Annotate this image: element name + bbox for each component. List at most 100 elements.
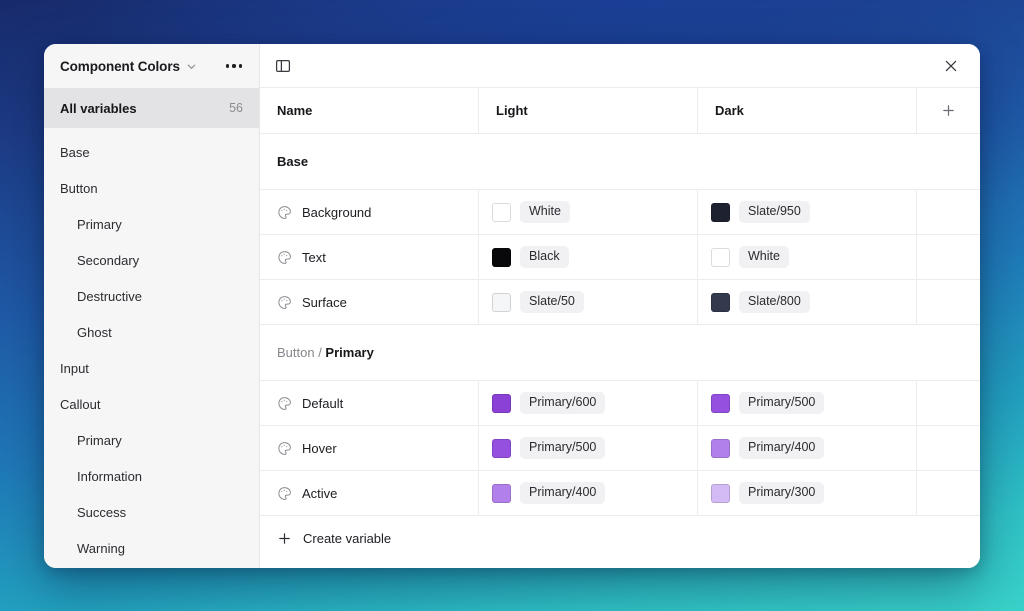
- light-value-cell[interactable]: Slate/50: [479, 280, 698, 324]
- color-token-chip[interactable]: Primary/600: [520, 392, 606, 414]
- dark-value-cell[interactable]: Primary/300: [698, 471, 917, 515]
- variable-name: Background: [302, 204, 372, 220]
- color-token-chip[interactable]: White: [520, 201, 570, 223]
- dark-value-cell[interactable]: Slate/800: [698, 280, 917, 324]
- variable-name: Hover: [302, 440, 337, 456]
- variables-window: Component Colors All variables 56 Base B…: [44, 44, 980, 568]
- color-swatch: [711, 247, 730, 267]
- dark-value-cell[interactable]: Primary/500: [698, 381, 917, 425]
- sidebar-item-base[interactable]: Base: [44, 134, 259, 170]
- group-title-name: Primary: [325, 345, 374, 360]
- variable-name-cell[interactable]: Hover: [260, 426, 479, 470]
- column-header-light[interactable]: Light: [479, 88, 698, 133]
- empty-cell: [917, 280, 980, 324]
- group-header-button-primary: Button / Primary: [260, 325, 980, 381]
- sidebar-item-success[interactable]: Success: [44, 494, 259, 530]
- color-swatch: [711, 393, 730, 413]
- empty-cell: [917, 381, 980, 425]
- dark-value-cell[interactable]: White: [698, 235, 917, 279]
- sidebar-item-callout-primary[interactable]: Primary: [44, 422, 259, 458]
- variable-name-cell[interactable]: Default: [260, 381, 479, 425]
- color-swatch: [492, 202, 511, 222]
- add-column-button[interactable]: [917, 88, 980, 133]
- color-token-chip[interactable]: Primary/500: [739, 392, 825, 414]
- sidebar-item-destructive[interactable]: Destructive: [44, 278, 259, 314]
- all-variables-count: 56: [229, 101, 243, 115]
- color-token-chip[interactable]: Black: [520, 246, 569, 268]
- toolbar: [260, 44, 980, 88]
- table-row[interactable]: Hover Primary/500 Primary/400: [260, 426, 980, 471]
- palette-icon: [278, 441, 291, 455]
- light-value-cell[interactable]: Primary/400: [479, 471, 698, 515]
- variable-name: Text: [302, 249, 326, 265]
- plus-icon: [279, 533, 290, 544]
- color-swatch: [492, 393, 511, 413]
- palette-icon: [278, 250, 291, 264]
- color-swatch: [492, 483, 511, 503]
- sidebar: Component Colors All variables 56 Base B…: [44, 44, 260, 568]
- color-token-chip[interactable]: White: [739, 246, 789, 268]
- table-row[interactable]: Default Primary/600 Primary/500: [260, 381, 980, 426]
- light-value-cell[interactable]: Primary/600: [479, 381, 698, 425]
- dark-value-cell[interactable]: Slate/950: [698, 190, 917, 234]
- light-value-cell[interactable]: White: [479, 190, 698, 234]
- variable-name-cell[interactable]: Background: [260, 190, 479, 234]
- main-panel: Name Light Dark Base Background White Sl…: [260, 44, 980, 568]
- variable-name: Surface: [302, 294, 347, 310]
- table-row[interactable]: Surface Slate/50 Slate/800: [260, 280, 980, 325]
- close-icon[interactable]: [936, 52, 966, 80]
- color-token-chip[interactable]: Slate/50: [520, 291, 584, 313]
- color-token-chip[interactable]: Slate/950: [739, 201, 810, 223]
- group-header-base: Base: [260, 134, 980, 190]
- more-options-icon[interactable]: [223, 59, 245, 72]
- sidebar-item-input[interactable]: Input: [44, 350, 259, 386]
- group-title-button-primary: Button / Primary: [277, 345, 374, 360]
- column-header-dark[interactable]: Dark: [698, 88, 917, 133]
- sidebar-item-button[interactable]: Button: [44, 170, 259, 206]
- sidebar-nav: Base Button Primary Secondary Destructiv…: [44, 128, 259, 566]
- color-token-chip[interactable]: Primary/400: [520, 482, 606, 504]
- empty-cell: [917, 426, 980, 470]
- color-swatch: [711, 292, 730, 312]
- table-row[interactable]: Background White Slate/950: [260, 190, 980, 235]
- sidebar-item-ghost[interactable]: Ghost: [44, 314, 259, 350]
- color-swatch: [711, 202, 730, 222]
- variable-name-cell[interactable]: Text: [260, 235, 479, 279]
- variable-name-cell[interactable]: Surface: [260, 280, 479, 324]
- sidebar-item-primary[interactable]: Primary: [44, 206, 259, 242]
- create-variable-label: Create variable: [303, 531, 392, 546]
- color-swatch: [711, 438, 730, 458]
- table-row[interactable]: Text Black White: [260, 235, 980, 280]
- palette-icon: [278, 205, 291, 219]
- empty-cell: [917, 190, 980, 234]
- light-value-cell[interactable]: Black: [479, 235, 698, 279]
- color-swatch: [492, 292, 511, 312]
- color-token-chip[interactable]: Primary/400: [739, 437, 825, 459]
- sidebar-item-all-variables[interactable]: All variables 56: [44, 88, 259, 128]
- table-header: Name Light Dark: [260, 88, 980, 134]
- panel-toggle-icon[interactable]: [268, 52, 298, 80]
- color-swatch: [492, 438, 511, 458]
- dark-value-cell[interactable]: Primary/400: [698, 426, 917, 470]
- color-token-chip[interactable]: Primary/300: [739, 482, 825, 504]
- all-variables-label: All variables: [60, 100, 137, 116]
- color-token-chip[interactable]: Primary/500: [520, 437, 606, 459]
- sidebar-item-callout[interactable]: Callout: [44, 386, 259, 422]
- sidebar-item-information[interactable]: Information: [44, 458, 259, 494]
- chevron-down-icon[interactable]: [186, 61, 197, 72]
- color-token-chip[interactable]: Slate/800: [739, 291, 810, 313]
- sidebar-item-secondary[interactable]: Secondary: [44, 242, 259, 278]
- column-header-name[interactable]: Name: [260, 88, 479, 133]
- file-title: Component Colors: [60, 58, 180, 74]
- variable-name-cell[interactable]: Active: [260, 471, 479, 515]
- sidebar-item-warning[interactable]: Warning: [44, 530, 259, 566]
- empty-cell: [917, 471, 980, 515]
- variables-table: Name Light Dark Base Background White Sl…: [260, 88, 980, 568]
- group-title-base: Base: [277, 154, 309, 169]
- color-swatch: [492, 247, 511, 267]
- table-row[interactable]: Active Primary/400 Primary/300: [260, 471, 980, 516]
- light-value-cell[interactable]: Primary/500: [479, 426, 698, 470]
- sidebar-header: Component Colors: [44, 44, 259, 88]
- palette-icon: [278, 486, 291, 500]
- create-variable-button[interactable]: Create variable: [260, 516, 980, 561]
